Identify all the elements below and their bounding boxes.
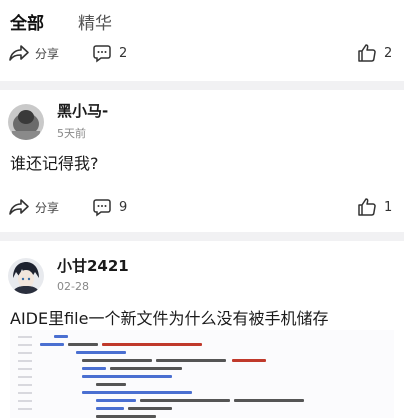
comment-count: 9 [119, 199, 128, 215]
post-divider [0, 81, 404, 90]
author-name[interactable]: 黑小马- [57, 100, 108, 121]
like-count: 2 [384, 45, 393, 61]
like-button[interactable]: 2 [357, 38, 392, 68]
post-time: 5天前 [57, 127, 86, 140]
comment-count: 2 [119, 45, 128, 61]
share-button[interactable]: 分享 [8, 192, 59, 222]
avatar[interactable] [8, 104, 44, 140]
share-icon [8, 43, 30, 63]
share-label: 分享 [35, 46, 60, 61]
share-button[interactable]: 分享 [8, 38, 59, 68]
post-divider [0, 232, 404, 241]
comment-button[interactable]: 2 [92, 38, 127, 68]
avatar[interactable] [8, 258, 44, 294]
post-title[interactable]: AIDE里file一个新文件为什么没有被手机储存 [10, 305, 328, 329]
post-title[interactable]: 谁还记得我? [10, 150, 99, 174]
author-name[interactable]: 小甘2421 [57, 255, 129, 276]
share-icon [8, 197, 30, 217]
comment-icon [92, 197, 112, 217]
comment-button[interactable]: 9 [92, 192, 127, 222]
post-time: 02-28 [57, 280, 89, 293]
like-icon [357, 197, 377, 217]
post-image[interactable] [10, 330, 394, 418]
like-icon [357, 43, 377, 63]
tab-all[interactable]: 全部 [10, 9, 44, 34]
feed-tabs: 全部 精华 [0, 0, 404, 38]
share-label: 分享 [35, 200, 60, 215]
post-actions: 分享 9 1 [0, 192, 404, 222]
like-count: 1 [384, 199, 393, 215]
like-button[interactable]: 1 [357, 192, 392, 222]
tab-featured[interactable]: 精华 [78, 9, 112, 34]
comment-icon [92, 43, 112, 63]
post-actions: 分享 2 2 [0, 38, 404, 68]
